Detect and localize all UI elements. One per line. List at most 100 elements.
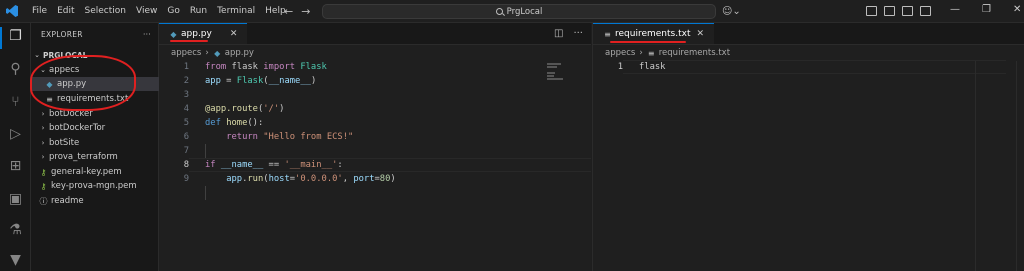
command-center-search[interactable]: PrgLocal	[322, 4, 716, 19]
line-content: @app.route('/')	[205, 104, 285, 114]
close-tab-icon[interactable]: ✕	[230, 29, 238, 39]
line-content: def home():	[205, 118, 264, 128]
line-number: 3	[183, 90, 189, 100]
line-number: 8	[183, 160, 189, 170]
key-file-icon: ⚷	[40, 167, 47, 177]
more-actions-icon[interactable]: ···	[143, 30, 151, 39]
code-line: 6 return "Hello from ECS!"	[159, 130, 591, 144]
line-number: 1	[183, 62, 189, 72]
forward-arrow-icon[interactable]: →	[301, 5, 318, 18]
toggle-primary-sidebar-icon[interactable]	[866, 6, 877, 16]
line-number: 7	[183, 146, 189, 156]
menu-file[interactable]: File	[32, 6, 47, 16]
editor-actions: ◫ ···	[554, 28, 583, 39]
minimap[interactable]	[547, 63, 567, 93]
explorer-title: EXPLORER	[41, 29, 83, 39]
tab-label: app.py	[181, 29, 212, 39]
explorer-header: EXPLORER ···	[31, 23, 158, 45]
split-editor-icon[interactable]: ◫	[554, 28, 563, 39]
tab-bar-left: ◆ app.py ✕ ◫ ···	[159, 23, 591, 45]
tree-item-label: botDockerTor	[49, 123, 106, 133]
close-tab-icon[interactable]: ✕	[696, 29, 704, 39]
menu-bar: File Edit Selection View Go Run Terminal…	[32, 6, 286, 16]
tree-item-label: botSite	[49, 138, 80, 148]
window-controls: — ❐ ✕	[950, 4, 1021, 15]
code-line: 9 app.run(host='0.0.0.0', port=80)	[159, 172, 591, 186]
chevron-right-icon: ›	[205, 48, 209, 58]
code-line: 4 @app.route('/')	[159, 102, 591, 116]
line-content: return "Hello from ECS!"	[226, 132, 354, 142]
copilot-icon[interactable]: ☺⌄	[722, 6, 741, 17]
tab-label: requirements.txt	[615, 29, 691, 39]
minimize-icon[interactable]: —	[950, 4, 960, 15]
active-indicator	[0, 27, 2, 49]
python-file-icon: ◆	[170, 29, 177, 39]
line-number: 9	[183, 174, 189, 184]
menu-selection[interactable]: Selection	[85, 6, 126, 16]
tree-item-general-key-pem[interactable]: ⚷ general-key.pem	[31, 165, 159, 179]
chevron-right-icon: ›	[41, 110, 45, 118]
tree-item-key-prova-mgn-pem[interactable]: ⚷ key-prova-mgn.pem	[31, 179, 159, 193]
line-content: app.run(host='0.0.0.0', port=80)	[226, 174, 396, 184]
remote-explorer-icon[interactable]: ▣	[7, 191, 24, 208]
breadcrumb: appecs › ◆ app.py	[159, 45, 591, 61]
line-number: 1	[617, 62, 623, 72]
navigation-arrows: ←→	[284, 5, 318, 18]
editor-group-right: ≡ requirements.txt ✕ appecs › ≡ requirem…	[592, 23, 1024, 271]
tree-item-prova-terraform[interactable]: › prova_terraform	[31, 150, 159, 164]
vertical-scrollbar[interactable]	[1016, 61, 1024, 271]
title-bar: File Edit Selection View Go Run Terminal…	[0, 0, 1024, 23]
menu-run[interactable]: Run	[190, 6, 207, 16]
back-arrow-icon[interactable]: ←	[284, 5, 301, 18]
indent-guide	[205, 186, 206, 200]
code-line: 8 if __name__ == '__main__':	[159, 158, 591, 172]
editor-group-left: ◆ app.py ✕ ◫ ··· appecs › ◆ app.py 1 fro…	[159, 23, 591, 271]
tree-item-label: readme	[51, 196, 84, 206]
more-actions-icon[interactable]: ···	[573, 28, 583, 39]
tree-item-botsite[interactable]: › botSite	[31, 136, 159, 150]
toggle-panel-icon[interactable]	[884, 6, 895, 16]
breadcrumb-folder[interactable]: appecs	[605, 48, 635, 58]
search-icon[interactable]: ⚲	[7, 61, 24, 78]
toggle-secondary-sidebar-icon[interactable]	[902, 6, 913, 16]
code-line: 1 flask	[593, 60, 1024, 74]
line-number: 2	[183, 76, 189, 86]
vscode-logo-icon	[6, 5, 18, 17]
source-control-icon[interactable]: ⑂	[7, 94, 24, 111]
tree-item-label: general-key.pem	[51, 167, 122, 177]
code-line: 2 app = Flask(__name__)	[159, 74, 591, 88]
menu-terminal[interactable]: Terminal	[217, 6, 255, 16]
menu-edit[interactable]: Edit	[57, 6, 74, 16]
breadcrumb-folder[interactable]: appecs	[171, 48, 201, 58]
line-content: app = Flask(__name__)	[205, 76, 317, 86]
testing-icon[interactable]: ⚗	[7, 222, 24, 239]
menu-go[interactable]: Go	[167, 6, 179, 16]
customize-layout-icon[interactable]	[920, 6, 931, 16]
key-file-icon: ⚷	[40, 181, 47, 191]
restore-icon[interactable]: ❐	[982, 4, 991, 15]
docker-icon[interactable]: ▼	[7, 252, 24, 269]
python-file-icon: ◆	[214, 48, 221, 58]
menu-help[interactable]: Help	[265, 6, 286, 16]
tree-item-readme[interactable]: ⓘ readme	[31, 194, 159, 208]
text-file-icon: ≡	[647, 48, 655, 58]
explorer-icon[interactable]: ❐	[7, 28, 24, 45]
run-debug-icon[interactable]: ▷	[7, 126, 24, 143]
breadcrumb: appecs › ≡ requirements.txt	[593, 45, 1024, 61]
code-line: 7	[159, 144, 591, 158]
tree-item-label: key-prova-mgn.pem	[51, 181, 137, 191]
tree-item-label: prova_terraform	[49, 152, 118, 162]
editor-ruler	[975, 61, 976, 271]
chevron-right-icon: ›	[41, 139, 45, 147]
menu-view[interactable]: View	[136, 6, 157, 16]
info-file-icon: ⓘ	[39, 196, 48, 206]
breadcrumb-file[interactable]: app.py	[225, 48, 254, 58]
text-file-icon: ≡	[604, 29, 611, 39]
annotation-underline-app-py	[170, 40, 208, 42]
search-icon	[495, 8, 503, 15]
breadcrumb-file[interactable]: requirements.txt	[659, 48, 730, 58]
close-window-icon[interactable]: ✕	[1013, 4, 1021, 15]
extensions-icon[interactable]: ⊞	[7, 158, 24, 175]
workspace-name: PrgLocal	[506, 6, 543, 17]
tree-item-botdockertor[interactable]: › botDockerTor	[31, 121, 159, 135]
